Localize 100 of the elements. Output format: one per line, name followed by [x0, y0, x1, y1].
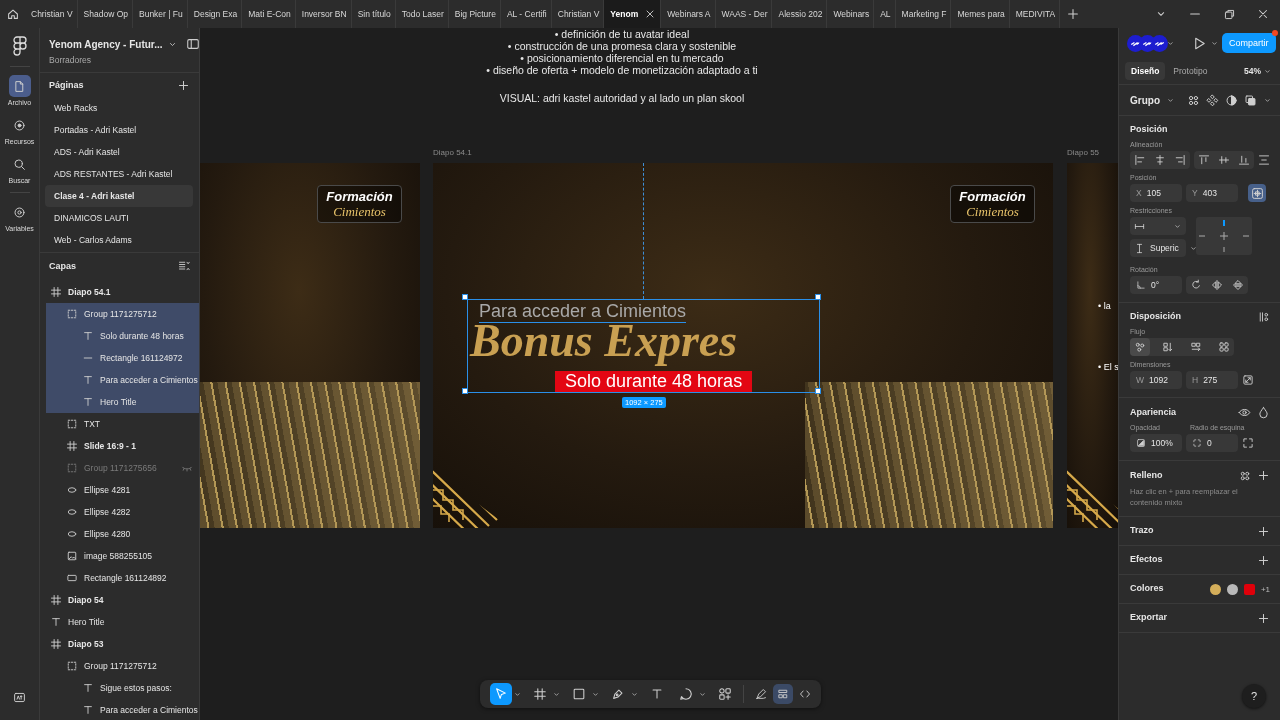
layer-item[interactable]: Rectangle 161124972 — [46, 347, 199, 369]
section-heading: Apariencia — [1130, 406, 1177, 417]
layer-item[interactable]: Group 1171275712 — [46, 303, 199, 325]
image-icon — [66, 550, 78, 562]
note-text: VISUAL: adri kastel autoridad y al lado un plan skool — [498, 92, 746, 104]
page-item[interactable]: ADS - Adri Kastel — [45, 141, 193, 163]
section-heading: Disposición — [1130, 311, 1181, 321]
styles-icon — [1187, 93, 1200, 107]
layer-item[interactable]: Rectangle 161124892 — [46, 567, 199, 589]
bullet-text: • la — [1098, 301, 1111, 311]
corner-radius-icon — [1192, 438, 1202, 448]
height-field[interactable]: H 275 — [1186, 371, 1238, 389]
frame-label[interactable]: Diapo 55 — [1067, 148, 1100, 157]
layer-item[interactable]: Hero Title — [46, 391, 199, 413]
styles-icon — [1239, 469, 1251, 482]
section-heading: Exportar — [1130, 612, 1167, 622]
collapse-layers-icon — [178, 260, 190, 272]
note-text: • definición de tu avatar ideal — [553, 28, 691, 40]
layout-settings-icon — [1258, 311, 1270, 323]
layer-item[interactable]: Para acceder a Cimientos — [46, 699, 199, 720]
actions-icon — [718, 687, 732, 701]
slide-subtitle[interactable]: Para acceder a Cimientos — [479, 301, 687, 323]
zoom-dropdown[interactable]: 54% — [1244, 66, 1261, 76]
avatar-icon[interactable] — [1151, 34, 1168, 52]
page-item[interactable]: DINAMICOS LAUTI — [45, 207, 193, 229]
resize-handle[interactable] — [462, 294, 468, 300]
resize-handle[interactable] — [462, 388, 468, 394]
x-field[interactable]: X 105 — [1130, 184, 1182, 202]
home-icon — [5, 7, 20, 21]
section-heading: Trazo — [1130, 525, 1154, 535]
angle-icon — [1136, 280, 1146, 290]
page-item[interactable]: ADS RESTANTES - Adri Kastel — [45, 163, 193, 185]
opacity-field[interactable]: 100% — [1130, 434, 1182, 452]
comment-icon — [679, 687, 693, 701]
page-item[interactable]: Web - Carlos Adams — [45, 229, 193, 251]
free-layout-icon — [1134, 341, 1146, 353]
layer-item[interactable]: Hero Title — [46, 611, 199, 633]
layer-item[interactable]: Ellipse 4282 — [46, 501, 199, 523]
layer-item[interactable]: Diapo 54 — [46, 589, 199, 611]
constraints-toggle[interactable] — [1248, 184, 1266, 202]
page-item[interactable]: Clase 4 - Adri kastel — [45, 185, 193, 207]
browser-tab[interactable]: Yenom — [604, 0, 662, 28]
mode-button[interactable] — [773, 684, 793, 704]
color-swatch[interactable] — [1226, 583, 1238, 595]
file-name[interactable]: Yenom Agency - Futur... — [49, 38, 163, 50]
plus-icon — [177, 78, 190, 92]
resize-handle[interactable] — [815, 388, 821, 394]
layer-item[interactable]: Ellipse 4281 — [46, 479, 199, 501]
y-field[interactable]: Y 403 — [1186, 184, 1238, 202]
file-icon — [13, 79, 26, 93]
color-swatch[interactable] — [1209, 583, 1221, 595]
layer-item[interactable]: Ellipse 4280 — [46, 523, 199, 545]
layer-item[interactable]: TXT — [46, 413, 199, 435]
help-button[interactable]: ? — [1242, 684, 1266, 708]
panel-tab[interactable]: Prototipo — [1167, 62, 1214, 80]
note-text: • diseño de oferta + modelo de monetización adaptado a ti — [485, 64, 759, 76]
align-left-icon — [1134, 154, 1146, 166]
layer-item[interactable]: Para acceder a Cimientos — [46, 369, 199, 391]
constraints-drawing[interactable] — [1196, 217, 1252, 255]
flip-horizontal-icon — [1211, 279, 1223, 291]
panel-tab[interactable]: Diseño — [1125, 62, 1166, 80]
layout-option[interactable] — [1130, 338, 1150, 356]
layer-item[interactable]: Slide 16:9 - 1 — [46, 435, 199, 457]
layer-item[interactable]: Group 1171275712 — [46, 655, 199, 677]
plus-icon — [1066, 7, 1081, 21]
eye-icon — [1238, 406, 1251, 419]
logo-icon[interactable] — [12, 36, 27, 56]
layer-item[interactable]: image 588255105 — [46, 545, 199, 567]
variables-icon — [13, 205, 26, 219]
align-right-icon — [1174, 154, 1186, 166]
layer-item[interactable]: Diapo 53 — [46, 633, 199, 655]
layer-item[interactable]: Diapo 54.1 — [46, 281, 199, 303]
grid-layout-icon — [1218, 341, 1230, 353]
distribute-icon — [1258, 154, 1270, 166]
shortcuts-button[interactable] — [13, 691, 26, 704]
layer-item[interactable]: Sigue estos pasos: — [46, 677, 199, 699]
present-button[interactable] — [1192, 35, 1207, 51]
more-colors-count[interactable]: +1 — [1260, 584, 1270, 594]
rotation-field[interactable]: 0° — [1130, 276, 1182, 294]
plus-icon — [1257, 469, 1270, 482]
resize-handle[interactable] — [815, 294, 821, 300]
vertical-layout-icon — [1162, 341, 1174, 353]
page-item[interactable]: Portadas - Adri Kastel — [45, 119, 193, 141]
layer-item[interactable]: Solo durante 48 horas — [46, 325, 199, 347]
width-field[interactable]: W 1092 — [1130, 371, 1182, 389]
layers-heading: Capas — [49, 261, 76, 271]
page-item[interactable]: Web Racks — [45, 97, 193, 119]
horizontal-layout-icon — [1190, 341, 1202, 353]
text-icon — [50, 616, 62, 628]
ellipse-icon — [66, 506, 78, 518]
color-swatch[interactable] — [1243, 583, 1255, 595]
layer-type-dropdown[interactable]: Grupo — [1130, 94, 1160, 106]
slide-badge[interactable]: Solo durante 48 horas — [555, 371, 753, 392]
group-icon — [66, 462, 78, 474]
frame-label[interactable]: Diapo 54.1 — [433, 148, 472, 157]
corner-radius-field[interactable]: 0 — [1186, 434, 1238, 452]
drop-icon — [1257, 406, 1270, 419]
text-icon — [82, 682, 94, 694]
sidebar-toggle-icon — [185, 37, 199, 51]
ellipse-icon — [66, 528, 78, 540]
